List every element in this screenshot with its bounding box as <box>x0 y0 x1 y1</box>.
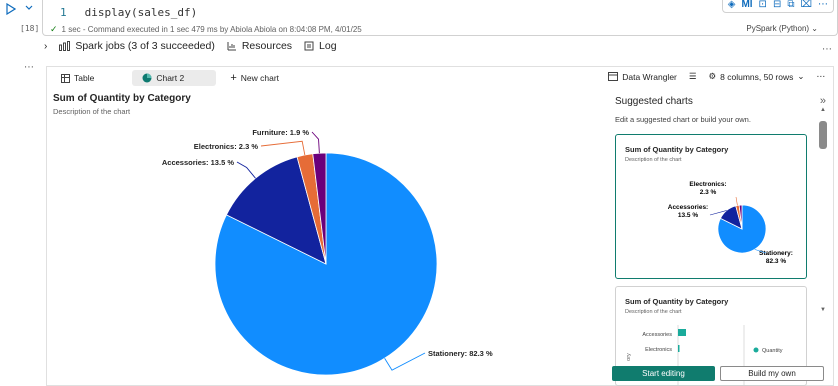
leader-line-electronics <box>260 140 306 156</box>
leader-line-accessories <box>236 161 256 179</box>
log-link[interactable]: Log <box>304 40 337 52</box>
collapse-cell-icon[interactable] <box>24 2 34 16</box>
scroll-down-icon[interactable]: ▼ <box>820 307 826 313</box>
collapse-panel-icon[interactable]: » <box>820 95 826 107</box>
build-my-own-button[interactable]: Build my own <box>720 366 824 381</box>
spark-status-row: › Spark jobs (3 of 3 succeeded) Resource… <box>44 40 337 52</box>
pie-label-accessories: Accessories: 13.5 % <box>162 158 234 167</box>
filter-icon[interactable]: ☰ <box>689 71 697 82</box>
spark-jobs-label: Spark jobs (3 of 3 succeeded) <box>75 40 215 52</box>
pie-label-electronics: Electronics: 2.3 % <box>194 142 259 151</box>
data-wrangler-button[interactable]: Data Wrangler <box>608 72 677 82</box>
mini-label-accessories-2: 13.5 % <box>678 212 698 219</box>
mini-bar-cat-electronics: Electronics <box>645 347 672 353</box>
tabbar-more-icon[interactable]: ⋯ <box>817 71 826 82</box>
resources-link[interactable]: Resources <box>227 40 292 52</box>
suggested-subtitle: Edit a suggested chart or build your own… <box>615 115 751 124</box>
data-wrangler-label: Data Wrangler <box>622 71 677 82</box>
resources-label: Resources <box>241 40 293 52</box>
toolbar-more-icon[interactable]: ⋯ <box>818 0 828 10</box>
leader-line-furniture <box>311 131 320 154</box>
scrollbar-thumb[interactable] <box>819 121 827 149</box>
cell-toolbar: ◈ Ml ⊡ ⊟ ⧉ ⌧ ⋯ <box>721 0 834 13</box>
success-check-icon: ✓ <box>50 24 58 34</box>
code-editor[interactable]: 1 display(sales_df) <box>60 6 197 19</box>
mini-bar-electronics <box>678 345 680 352</box>
settings-gear-icon: ⚙ <box>708 71 717 81</box>
toolbar-copy-icon[interactable]: ⧉ <box>787 0 794 10</box>
tabbar-right-tools: Data Wrangler ☰ ⚙ 8 columns, 50 rows ⌄ ⋯ <box>608 71 825 82</box>
language-label: PySpark (Python) <box>746 24 810 33</box>
data-wrangler-icon <box>608 72 619 81</box>
resources-icon <box>227 42 236 51</box>
mini-label-stationery-2: 82.3 % <box>766 258 786 265</box>
line-number: 1 <box>60 6 67 19</box>
mini-bar-cat-accessories: Accessories <box>642 332 672 338</box>
cell-status: ✓ 1 sec - Command executed in 1 sec 479 … <box>50 24 362 35</box>
suggested-card-pie[interactable]: Sum of Quantity by Category Description … <box>615 134 807 279</box>
log-icon <box>304 41 314 51</box>
mini-label-electronics-2: 2.3 % <box>700 189 717 196</box>
pie-label-furniture: Furniture: 1.9 % <box>252 128 309 137</box>
run-cell-icon[interactable] <box>6 2 17 18</box>
panel-scrollbar[interactable]: ▲ ▼ <box>819 107 827 317</box>
mini-bar-legend-dot <box>753 347 759 353</box>
mini-leader-electronics <box>735 196 738 206</box>
toolbar-markdown-button[interactable]: Ml <box>741 0 752 10</box>
mini-label-stationery-1: Stationery: <box>759 250 793 257</box>
mini-bar-axis-label: ory <box>626 353 632 361</box>
spark-jobs-link[interactable]: Spark jobs (3 of 3 succeeded) <box>59 40 215 52</box>
output-more-icon[interactable]: ⋯ <box>822 44 832 55</box>
spark-icon <box>59 41 71 51</box>
mini-label-electronics-1: Electronics: <box>689 181 726 188</box>
status-text: 1 sec - Command executed in 1 sec 479 ms… <box>61 25 362 34</box>
toolbar-freeze-icon[interactable]: ⌧ <box>800 0 812 10</box>
columns-rows-label: 8 columns, 50 rows <box>720 71 794 82</box>
mini-label-accessories-1: Accessories: <box>668 204 708 211</box>
mini-pie-chart: Electronics: 2.3 % Accessories: 13.5 % S… <box>668 181 793 265</box>
start-editing-button[interactable]: Start editing <box>612 366 715 381</box>
mini-bar-accessories <box>678 329 686 336</box>
toolbar-format-icon[interactable]: ⊡ <box>759 0 767 10</box>
columns-rows-button[interactable]: ⚙ 8 columns, 50 rows ⌄ <box>709 71 805 82</box>
expand-chevron-icon[interactable]: › <box>44 41 47 52</box>
pie-label-stationery: Stationery: 82.3 % <box>428 349 493 358</box>
execution-count: [18] <box>20 24 40 33</box>
log-label: Log <box>319 40 337 52</box>
language-selector[interactable]: PySpark (Python) ⌄ <box>746 24 818 33</box>
output-menu-icon[interactable]: ⋯ <box>24 62 34 73</box>
chevron-down-icon: ⌄ <box>797 71 805 81</box>
pie-chart: Stationery: 82.3 % Accessories: 13.5 % Ele… <box>162 128 493 376</box>
toolbar-ai-icon[interactable]: ◈ <box>728 0 736 10</box>
mini-bar-legend-label: Quantity <box>762 348 783 354</box>
suggested-charts-panel: Suggested charts » Edit a suggested char… <box>613 89 834 386</box>
suggested-title: Suggested charts <box>615 96 693 107</box>
toolbar-split-icon[interactable]: ⊟ <box>773 0 781 10</box>
scroll-up-icon[interactable]: ▲ <box>820 107 826 113</box>
code-text[interactable]: display(sales_df) <box>85 6 198 19</box>
output-area: Table Chart 2 + New chart Data Wrangler … <box>46 66 834 386</box>
leader-line-stationery <box>384 352 426 371</box>
